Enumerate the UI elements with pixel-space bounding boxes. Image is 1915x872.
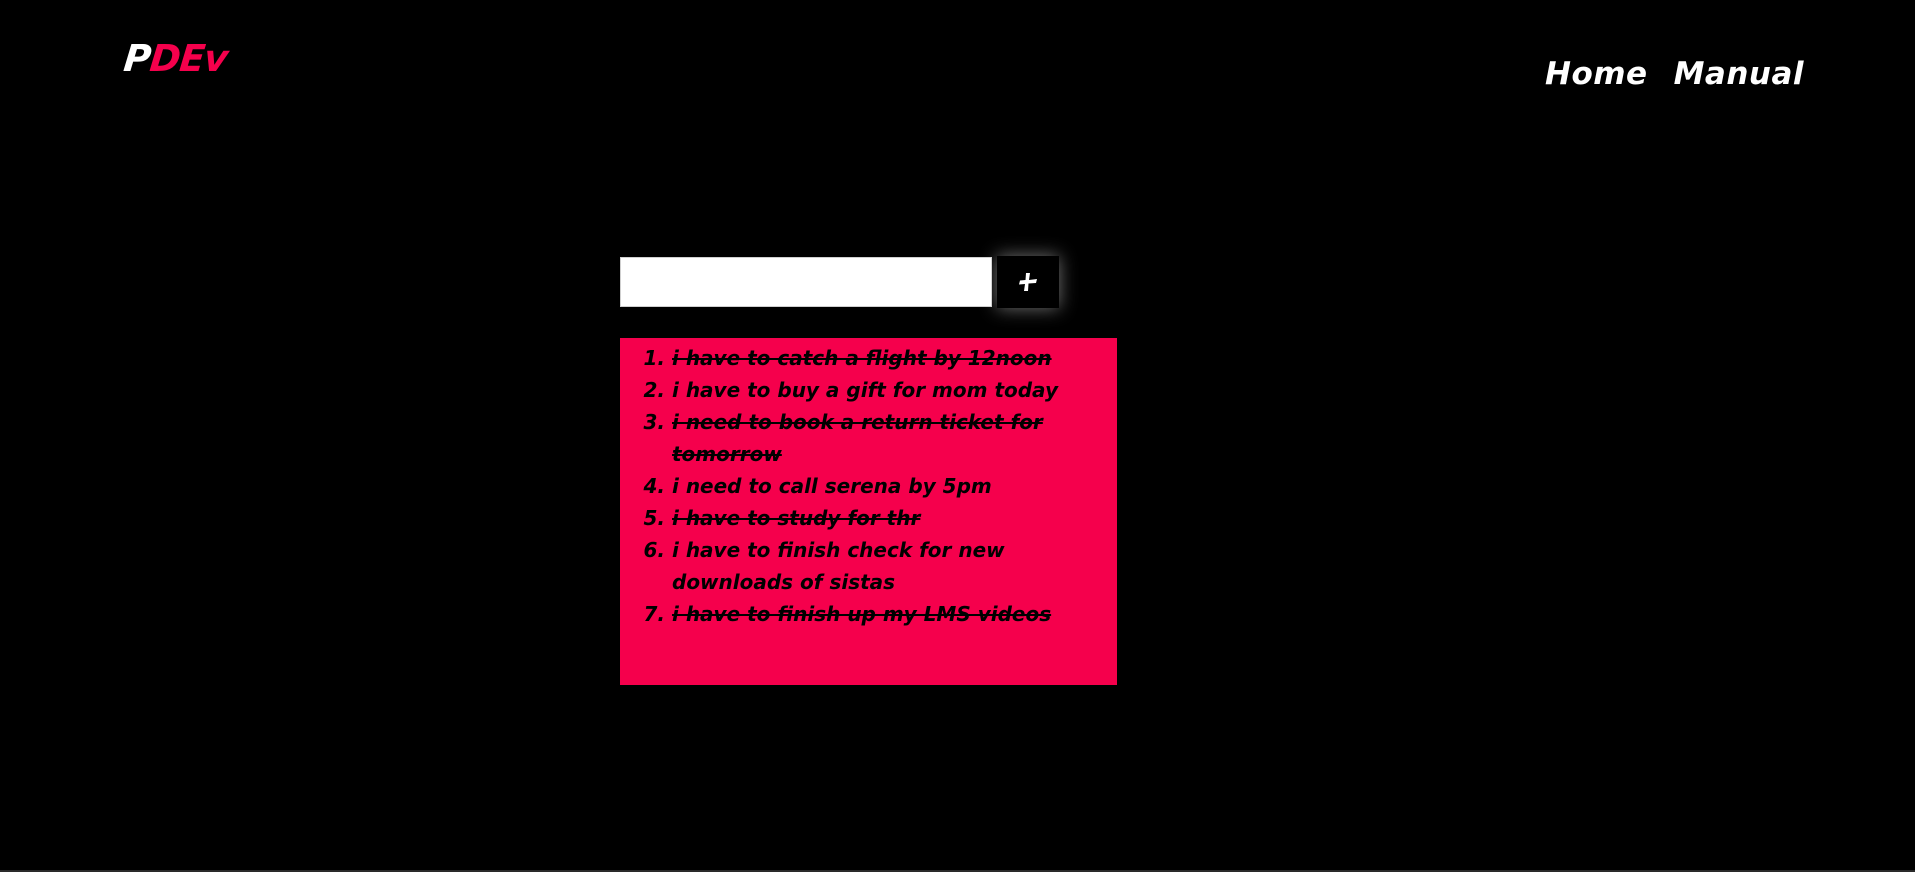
todo-item[interactable]: i have to buy a gift for mom today bbox=[672, 374, 1117, 406]
todo-item[interactable]: i need to book a return ticket for tomor… bbox=[672, 406, 1117, 470]
task-input[interactable] bbox=[620, 257, 992, 307]
todo-item-text: i have to finish up my LMS videos bbox=[672, 602, 1052, 626]
main-nav: Home Manual bbox=[1545, 56, 1804, 93]
todo-panel: i have to catch a flight by 12noon i have… bbox=[620, 338, 1117, 685]
todo-item-text: i have to catch a flight by 12noon bbox=[672, 346, 1052, 370]
logo-rest: DEv bbox=[147, 37, 230, 80]
todo-item-text: i need to call serena by 5pm bbox=[672, 474, 992, 498]
todo-item[interactable]: i need to call serena by 5pm bbox=[672, 470, 1117, 502]
todo-item-text: i need to book a return ticket for tomor… bbox=[672, 410, 1043, 466]
todo-item[interactable]: i have to catch a flight by 12noon bbox=[672, 342, 1117, 374]
todo-item-text: i have to study for thr bbox=[672, 506, 921, 530]
nav-link-manual[interactable]: Manual bbox=[1674, 56, 1804, 93]
site-logo[interactable]: PDEv bbox=[122, 37, 230, 80]
add-task-button[interactable] bbox=[997, 256, 1059, 308]
todo-item[interactable]: i have to finish up my LMS videos bbox=[672, 598, 1117, 630]
todo-item[interactable]: i have to study for thr bbox=[672, 502, 1117, 534]
plus-icon bbox=[1018, 272, 1038, 292]
todo-item-text: i have to finish check for new downloads… bbox=[672, 538, 1005, 594]
todo-item-text: i have to buy a gift for mom today bbox=[672, 378, 1058, 402]
todo-item[interactable]: i have to finish check for new downloads… bbox=[672, 534, 1117, 598]
add-task-form bbox=[620, 256, 1059, 308]
nav-link-home[interactable]: Home bbox=[1545, 56, 1648, 93]
todo-list: i have to catch a flight by 12noon i have… bbox=[620, 342, 1117, 630]
